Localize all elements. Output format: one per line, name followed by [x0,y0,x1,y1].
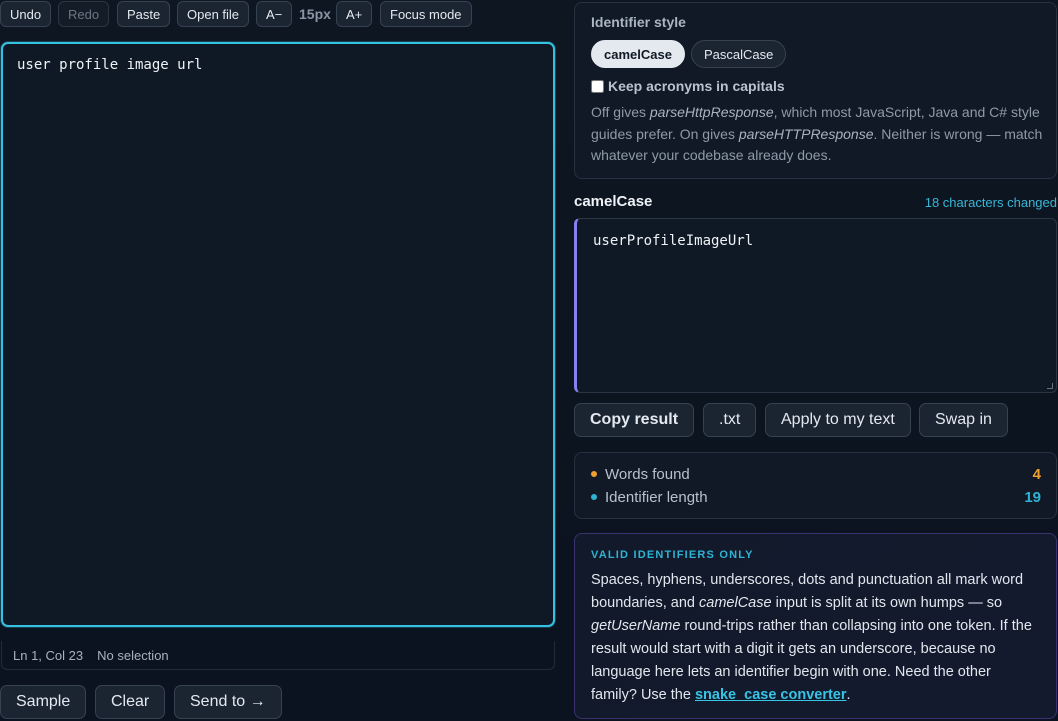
snake-case-link[interactable]: snake_case converter [695,687,847,703]
stat-value: 19 [1024,488,1041,506]
style-help-text: Off gives parseHttpResponse, which most … [591,104,1043,163]
clear-button[interactable]: Clear [95,685,166,719]
acronyms-checkbox[interactable] [591,79,604,93]
example-off: parseHttpResponse [649,104,774,120]
stat-value: 4 [1032,465,1041,483]
input-editor[interactable]: user profile image url [1,42,555,627]
stats-panel: Words found 4 Identifier length 19 [574,452,1057,519]
identifier-style-title: Identifier style [591,14,686,30]
copy-result-button[interactable]: Copy result [574,403,695,437]
paste-button[interactable]: Paste [117,1,171,27]
font-increase-button[interactable]: A+ [336,1,373,27]
output-text: userProfileImageUrl [593,233,754,249]
acronyms-option[interactable]: Keep acronyms in capitals [591,78,785,94]
editor-status-bar: Ln 1, Col 23 No selection [1,641,555,670]
stat-label: Identifier length [605,488,708,506]
undo-button[interactable]: Undo [0,1,52,27]
option-camelcase[interactable]: camelCase [591,40,685,68]
example-on: parseHTTPResponse [738,125,874,142]
stat-words-found: Words found 4 [591,464,1041,484]
download-txt-button[interactable]: .txt [703,403,757,437]
acronyms-label: Keep acronyms in capitals [608,78,785,94]
stat-label: Words found [605,465,690,483]
font-decrease-button[interactable]: A− [256,1,293,27]
orange-dot-icon [591,471,597,477]
apply-button[interactable]: Apply to my text [765,403,911,437]
focus-mode-button[interactable]: Focus mode [380,1,472,27]
resize-handle[interactable] [1047,383,1053,389]
selection-status: No selection [97,647,169,663]
redo-button[interactable]: Redo [58,1,110,27]
note-body: Spaces, hyphens, underscores, dots and p… [591,572,1032,703]
note-title: VALID IDENTIFIERS ONLY [591,549,754,561]
swap-in-button[interactable]: Swap in [919,403,1008,437]
send-to-button[interactable]: Send to → [174,685,282,719]
sample-button[interactable]: Sample [0,685,87,719]
stat-identifier-length: Identifier length 19 [591,487,1041,507]
cursor-position: Ln 1, Col 23 [13,647,84,663]
cyan-dot-icon [591,494,597,500]
changed-count: 18 characters changed [924,195,1057,210]
output-label: camelCase [574,193,653,210]
info-note: VALID IDENTIFIERS ONLY Spaces, hyphens, … [574,533,1057,719]
open-file-button[interactable]: Open file [177,1,250,27]
identifier-style-panel: Identifier style camelCase PascalCase Ke… [574,2,1057,179]
font-size-value: 15px [299,6,331,22]
option-pascalcase[interactable]: PascalCase [691,40,787,68]
output-field[interactable]: userProfileImageUrl [574,218,1057,393]
